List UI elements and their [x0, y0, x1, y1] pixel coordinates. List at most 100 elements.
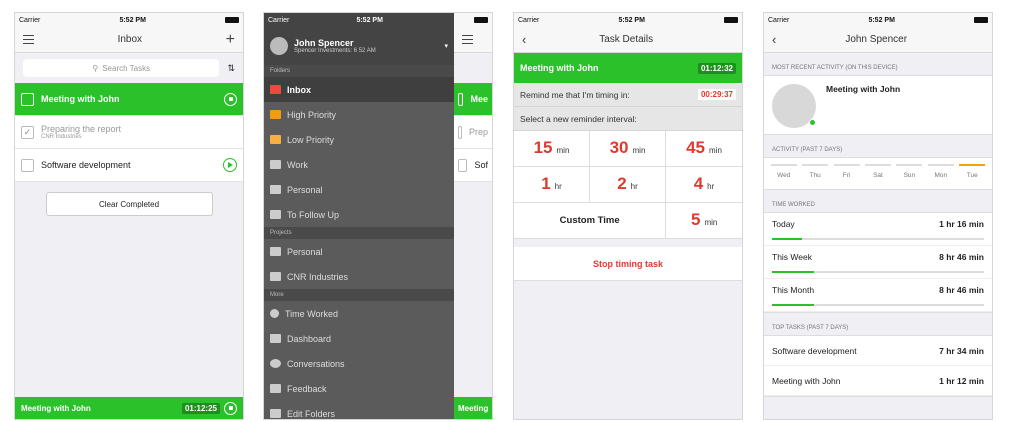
checked-icon[interactable]: ✓	[21, 125, 34, 139]
carrier-label: Carrier	[768, 16, 790, 24]
menu-item-dashboard[interactable]: Dashboard	[264, 326, 454, 351]
interval-option[interactable]: 30 min	[590, 131, 666, 167]
sort-alpha-icon[interactable]: ⇅	[227, 63, 235, 74]
custom-time-value[interactable]: 5 min	[666, 203, 742, 239]
menu-item-inbox[interactable]: Inbox	[264, 77, 454, 102]
task-checkbox[interactable]	[458, 158, 468, 172]
interval-value: 30	[609, 138, 629, 157]
project-icon	[270, 247, 281, 256]
task-row[interactable]: Mee	[454, 83, 492, 116]
menu-item-project-personal[interactable]: Personal	[264, 239, 454, 264]
task-checkbox[interactable]	[458, 125, 462, 139]
time-label: This Week	[772, 252, 812, 262]
task-checkbox[interactable]	[21, 92, 34, 106]
task-row[interactable]: Software development	[15, 149, 243, 182]
menu-item-project-cnr[interactable]: CNR Industries	[264, 264, 454, 289]
active-task-row[interactable]: Meeting with John 01:12:32	[514, 53, 742, 83]
reminder-timer: 00:29:37	[697, 89, 736, 100]
online-indicator	[809, 119, 816, 126]
menu-item-personal[interactable]: Personal	[264, 177, 454, 202]
menu-icon[interactable]	[462, 35, 473, 44]
status-bar: Carrier 5:52 PM	[764, 13, 992, 27]
menu-icon[interactable]	[23, 35, 34, 44]
active-timer: 01:12:25	[181, 402, 220, 414]
battery-icon	[474, 17, 488, 23]
project-icon	[270, 272, 281, 281]
interval-unit: min	[709, 146, 722, 155]
add-task-icon[interactable]: +	[226, 31, 235, 48]
interval-option[interactable]: 1 hr	[514, 167, 590, 203]
task-details-screen: Carrier 5:52 PM ‹ Task Details Meeting w…	[513, 12, 743, 420]
task-row[interactable]: Prep	[454, 116, 492, 149]
menu-item-label: Time Worked	[285, 308, 339, 319]
menu-item-label: Feedback	[287, 383, 327, 394]
task-row[interactable]: Meeting with John	[15, 83, 243, 116]
interval-option[interactable]: 4 hr	[666, 167, 742, 203]
stop-icon[interactable]	[224, 92, 237, 106]
profile-screen: Carrier 5:52 PM ‹ John Spencer MOST RECE…	[763, 12, 993, 420]
menu-item-conversations[interactable]: Conversations	[264, 351, 454, 376]
menu-item-low-priority[interactable]: Low Priority	[264, 127, 454, 152]
menu-item-label: Work	[287, 159, 308, 170]
time-row[interactable]: This Month 8 hr 46 min	[764, 279, 992, 312]
menu-item-label: Conversations	[287, 358, 345, 369]
folder-icon	[270, 160, 281, 169]
stop-icon[interactable]	[224, 401, 237, 415]
time-worked-panel: Today 1 hr 16 min This Week 8 hr 46 min Th…	[764, 212, 992, 313]
active-timer-bar[interactable]: Meeting with John 01:12:25	[15, 397, 243, 419]
search-input[interactable]: ⚲ Search Tasks	[23, 59, 220, 77]
folder-icon	[270, 110, 281, 119]
task-project: CNR Industries	[41, 134, 82, 140]
menu-item-to-follow-up[interactable]: To Follow Up	[264, 202, 454, 227]
task-name: Preparing the report	[41, 124, 122, 134]
avatar	[270, 37, 288, 55]
top-task-row[interactable]: Meeting with John 1 hr 12 min	[764, 366, 992, 396]
page-title: Inbox	[117, 34, 143, 45]
user-subtitle: Spencer Investments: 6 52 AM	[294, 48, 376, 54]
task-label: Software development	[772, 345, 857, 356]
day-column: Thu	[802, 164, 829, 179]
menu-item-label: High Priority	[287, 109, 337, 120]
interval-option[interactable]: 2 hr	[590, 167, 666, 203]
task-checkbox[interactable]	[21, 158, 34, 172]
time-row[interactable]: Today 1 hr 16 min	[764, 213, 992, 246]
user-header[interactable]: John Spencer Spencer Investments: 6 52 A…	[264, 27, 454, 65]
task-time: 7 hr 34 min	[939, 345, 984, 356]
day-column: Mon	[927, 164, 954, 179]
active-timer-bar[interactable]: Meeting	[454, 397, 492, 419]
task-row[interactable]: ✓ Preparing the report CNR Industries	[15, 116, 243, 149]
menu-item-work[interactable]: Work	[264, 152, 454, 177]
day-label: Thu	[809, 172, 821, 179]
task-time: 1 hr 12 min	[939, 375, 984, 386]
day-column: Fri	[833, 164, 860, 179]
task-checkbox[interactable]	[458, 92, 464, 106]
task-row[interactable]: Sof	[454, 149, 492, 182]
interval-prompt: Select a new reminder interval:	[514, 107, 742, 131]
chevron-down-icon[interactable]: ▾	[444, 42, 448, 50]
reminder-row: Remind me that I'm timing in: 00:29:37	[514, 83, 742, 107]
page-title: Task Details	[599, 34, 654, 45]
menu-item-high-priority[interactable]: High Priority	[264, 102, 454, 127]
stop-timing-button[interactable]: Stop timing task	[514, 247, 742, 281]
custom-time-row: Custom Time 5 min	[514, 203, 742, 239]
user-name: John Spencer	[294, 38, 354, 48]
search-icon: ⚲	[92, 63, 99, 73]
interval-option[interactable]: 45 min	[666, 131, 742, 167]
menu-item-edit-folders[interactable]: Edit Folders	[264, 401, 454, 419]
clock: 5:52 PM	[868, 16, 895, 24]
projects-section-label: Projects	[264, 227, 454, 239]
clear-completed-button[interactable]: Clear Completed	[45, 192, 213, 216]
time-label: This Month	[772, 285, 815, 295]
interval-unit: hr	[554, 182, 562, 191]
custom-time-button[interactable]: Custom Time	[514, 203, 667, 238]
details-navbar: ‹ Task Details	[514, 27, 742, 53]
menu-item-time-worked[interactable]: Time Worked	[264, 301, 454, 326]
interval-value: 5	[690, 210, 701, 229]
menu-item-feedback[interactable]: Feedback	[264, 376, 454, 401]
menu-item-label: Personal	[287, 184, 323, 195]
time-row[interactable]: This Week 8 hr 46 min	[764, 246, 992, 279]
top-task-row[interactable]: Software development 7 hr 34 min	[764, 336, 992, 366]
play-icon[interactable]	[223, 158, 237, 172]
menu-item-label: Personal	[287, 246, 323, 257]
interval-option[interactable]: 15 min	[514, 131, 590, 167]
